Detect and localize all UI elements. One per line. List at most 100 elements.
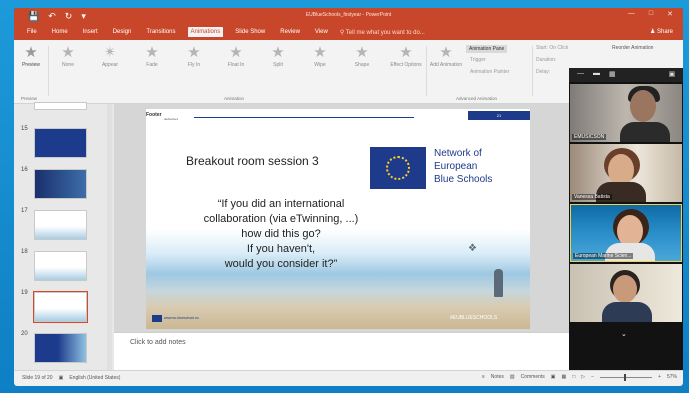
slide-thumbnail-selected[interactable] [33, 291, 88, 323]
none-icon: ★ [61, 44, 75, 61]
add-animation-button[interactable]: ★ Add Animation [428, 44, 464, 68]
participant-name: EMUSICSON [572, 134, 607, 140]
tab-view[interactable]: View [312, 27, 331, 37]
notes-placeholder: Click to add notes [130, 339, 186, 346]
sorter-view-icon[interactable]: ▦ [562, 374, 567, 380]
eu-small-flag-icon [152, 315, 162, 322]
animation-painter-button[interactable]: Animation Painter [470, 69, 509, 75]
animation-shape[interactable]: ★ Shape [344, 44, 380, 68]
preview-icon: ★ [24, 44, 38, 61]
participant-face [630, 90, 656, 122]
slide-thumbnail[interactable] [34, 169, 87, 199]
quote-line: collaboration (via eTwinning, ...) [203, 213, 359, 225]
participant-body [620, 122, 670, 142]
preview-button[interactable]: ★ Preview [20, 44, 42, 68]
trigger-button[interactable]: Trigger [470, 57, 486, 63]
zoom-slider[interactable] [600, 373, 653, 381]
quote-line: “If you did an international [217, 198, 345, 210]
anim-label: None [62, 62, 74, 68]
slide-thumbnail[interactable] [34, 210, 87, 240]
animation-float-in[interactable]: ★ Float In [218, 44, 254, 68]
tab-slide-show[interactable]: Slide Show [232, 27, 268, 37]
anim-label: Split [273, 62, 283, 68]
participant-tile-active-speaker[interactable]: European Marine Scien... [570, 204, 682, 262]
zoom-slider-knob[interactable] [624, 373, 627, 381]
share-button[interactable]: ♟ Share [650, 28, 673, 35]
maximize-icon[interactable]: □ [649, 10, 653, 18]
eu-flag-logo [370, 147, 426, 189]
animation-pane-button[interactable]: Animation Pane [466, 45, 508, 53]
minimize-icon[interactable]: — [577, 70, 584, 78]
tab-transitions[interactable]: Transitions [143, 27, 178, 37]
thumbnail-number: 20 [21, 331, 28, 337]
tab-review[interactable]: Review [277, 27, 303, 37]
effect-options-icon: ★ [399, 44, 413, 61]
zoom-in-icon[interactable]: + [658, 374, 661, 380]
gallery-view-icon[interactable]: ▦ [609, 70, 616, 78]
zoom-out-icon[interactable]: − [591, 374, 594, 380]
slideshow-view-icon[interactable]: ▷ [581, 374, 585, 380]
thumbnail-scrollbar[interactable] [107, 104, 112, 370]
preview-label: Preview [22, 62, 40, 68]
animation-appear[interactable]: ✴ Appear [92, 44, 128, 68]
preview-group-label: Preview [21, 96, 38, 101]
tab-home[interactable]: Home [49, 27, 71, 37]
window-title: EUBlueSchools_firstyear - PowerPoint [305, 12, 392, 18]
anim-label: Shape [354, 62, 370, 68]
quote-line: If you haven't, [246, 243, 316, 255]
zoom-level[interactable]: 57% [667, 374, 677, 380]
video-call-toolbar: — ▬ ▦ ▣ [569, 68, 683, 82]
shape-icon: ★ [355, 44, 369, 61]
slide-thumbnail[interactable] [34, 128, 87, 158]
minimize-icon[interactable]: — [628, 10, 635, 18]
participant-tile[interactable]: EMUSICSON [570, 84, 682, 142]
fade-icon: ★ [145, 44, 159, 61]
slide-quote[interactable]: “If you did an international collaborati… [161, 197, 401, 272]
chevron-down-icon[interactable]: ⌄ [621, 330, 627, 338]
tab-insert[interactable]: Insert [80, 27, 101, 37]
participant-tile[interactable]: Vanessa Batista [570, 144, 682, 202]
divider [48, 46, 49, 96]
tell-me-search[interactable]: ⚲ Tell me what you want to do... [340, 29, 425, 36]
footer-placeholder[interactable]: Footer [146, 112, 162, 118]
wipe-icon: ★ [313, 44, 327, 61]
reading-view-icon[interactable]: □ [572, 374, 575, 380]
animation-fade[interactable]: ★ Fade [134, 44, 170, 68]
seagull-icon: ❖ [468, 243, 477, 254]
participant-tile[interactable] [570, 264, 682, 322]
close-icon[interactable]: ✕ [667, 10, 673, 18]
current-slide[interactable]: Footer dedrecters 21 Breakout room sessi… [146, 109, 530, 329]
start-select[interactable]: Start: On Click [536, 45, 568, 51]
tell-me-label: Tell me what you want to do... [345, 29, 425, 36]
add-animation-label: Add Animation [429, 62, 463, 68]
restore-icon[interactable]: ▬ [593, 70, 600, 78]
expand-icon[interactable]: ▣ [669, 70, 676, 78]
tab-design[interactable]: Design [110, 27, 135, 37]
tab-file[interactable]: File [24, 27, 40, 37]
comments-button[interactable]: Comments [521, 374, 545, 380]
thumbnail-number: 15 [21, 126, 28, 132]
animation-wipe[interactable]: ★ Wipe [302, 44, 338, 68]
anim-label: Fly In [187, 62, 201, 68]
normal-view-icon[interactable]: ▣ [551, 374, 556, 380]
appear-icon: ✴ [103, 44, 117, 61]
slide-thumbnail-pane: 15 16 17 18 19 20 [14, 102, 114, 370]
spellcheck-icon[interactable]: ▣ [59, 375, 64, 381]
comments-icon: ▧ [509, 374, 515, 380]
animation-split[interactable]: ★ Split [260, 44, 296, 68]
duration-field[interactable]: Duration: [536, 57, 556, 63]
slide-thumbnail[interactable] [34, 251, 87, 281]
slide-thumbnail[interactable] [34, 333, 87, 363]
notes-button[interactable]: Notes [491, 374, 504, 380]
slide-title[interactable]: Breakout room session 3 [186, 154, 319, 168]
effect-options-button[interactable]: ★ Effect Options [388, 44, 424, 68]
eu-url: www.eu-blueschool.eu [164, 316, 200, 320]
animation-none[interactable]: ★ None [50, 44, 86, 68]
slide-thumbnail[interactable] [34, 102, 87, 110]
language-indicator[interactable]: English (United States) [69, 375, 120, 381]
delay-field[interactable]: Delay: [536, 69, 550, 75]
notes-pane[interactable]: Click to add notes [114, 332, 569, 370]
tab-animations[interactable]: Animations [187, 27, 224, 37]
animation-fly-in[interactable]: ★ Fly In [176, 44, 212, 68]
slide-count: Slide 19 of 20 [22, 375, 53, 381]
